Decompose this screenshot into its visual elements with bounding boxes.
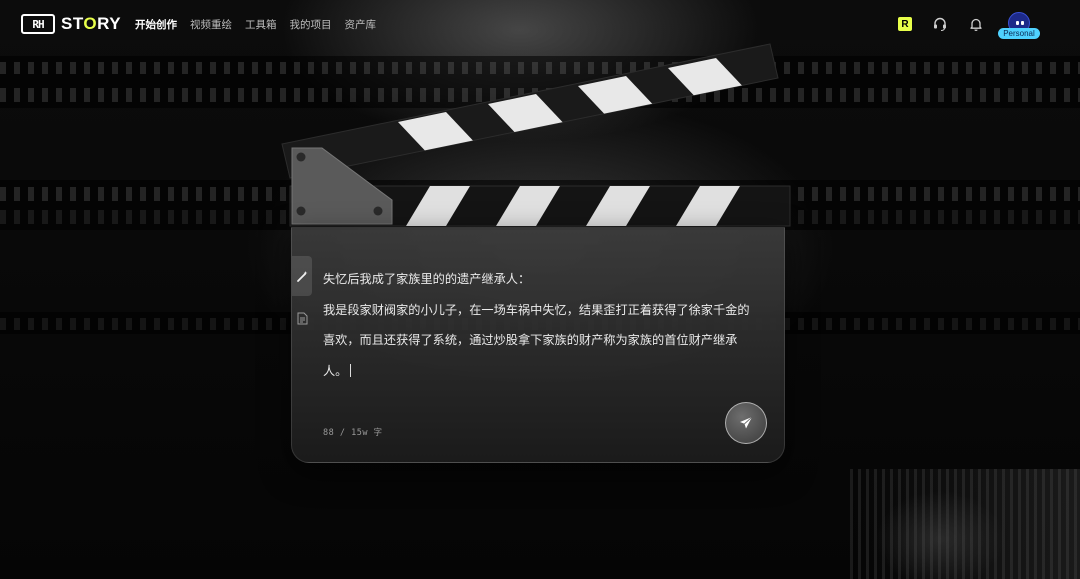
nav-item-video-redraw[interactable]: 视频重绘 — [190, 17, 232, 32]
bell-icon[interactable] — [968, 16, 984, 32]
story-line: 喜欢，而且还获得了系统，通过炒股拿下家族的财产称为家族的首位财产继承 — [323, 333, 738, 347]
nav-item-toolbox[interactable]: 工具箱 — [245, 17, 277, 32]
story-editor-panel: 失忆后我成了家族里的的遗产继承人： 我是段家财阀家的小儿子，在一场车祸中失忆，结… — [291, 227, 785, 463]
send-button[interactable] — [725, 402, 767, 444]
personal-badge: Personal — [998, 28, 1040, 39]
film-strip — [0, 187, 1080, 201]
brand-name: STORY — [61, 14, 122, 33]
main-nav: 开始创作 视频重绘 工具箱 我的项目 资产库 — [135, 17, 376, 32]
nav-item-start-creating[interactable]: 开始创作 — [135, 17, 177, 32]
nav-item-asset-library[interactable]: 资产库 — [345, 17, 377, 32]
user-avatar-menu[interactable]: Personal — [998, 12, 1042, 42]
character-counter: 88 / 15w 字 — [323, 428, 383, 438]
story-line: 我是段家财阀家的小儿子，在一场车祸中失忆，结果歪打正着获得了徐家千金的 — [323, 302, 750, 317]
r-badge-icon[interactable]: R — [898, 17, 912, 31]
text-caret — [350, 363, 352, 377]
brand-logo[interactable]: RH STORY — [21, 14, 121, 34]
top-header: RH STORY 开始创作 视频重绘 工具箱 我的项目 资产库 R Person… — [0, 0, 1080, 50]
story-text-input[interactable]: 失忆后我成了家族里的的遗产继承人： 我是段家财阀家的小儿子，在一场车祸中失忆，结… — [323, 264, 763, 386]
story-line: 失忆后我成了家族里的的遗产继承人： — [323, 272, 531, 286]
film-strip — [0, 88, 1080, 102]
story-line: 人。 — [323, 356, 763, 387]
magic-wand-icon[interactable] — [292, 256, 312, 296]
background-scene-image — [850, 469, 1080, 579]
nav-item-my-projects[interactable]: 我的项目 — [290, 17, 332, 32]
brand-mark: RH — [21, 14, 55, 34]
film-strip — [0, 62, 1080, 74]
headset-icon[interactable] — [932, 16, 948, 32]
document-icon[interactable] — [292, 298, 312, 338]
film-strip — [0, 210, 1080, 224]
paper-plane-icon — [740, 416, 753, 429]
